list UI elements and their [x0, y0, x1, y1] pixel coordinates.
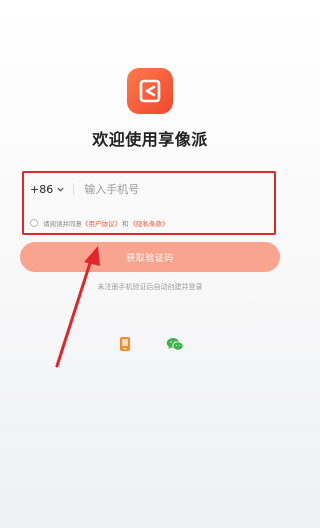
- agreement-and: 和: [122, 220, 129, 228]
- agreement-checkbox[interactable]: [30, 219, 38, 227]
- country-code-label: +86: [30, 182, 54, 196]
- divider: [73, 183, 75, 195]
- wechat-login-button[interactable]: [165, 334, 185, 354]
- register-hint: 未注册手机验证后自动创建并登录: [97, 283, 203, 291]
- phone-row: +86: [30, 178, 270, 200]
- agreement-prefix: 请阅读并同意: [43, 220, 82, 228]
- phone-login-button[interactable]: [115, 334, 135, 354]
- privacy-policy-link[interactable]: 《隐私条款》: [130, 218, 169, 228]
- phone-login-icon: [120, 337, 130, 351]
- welcome-title: 欢迎使用享像派: [92, 130, 208, 149]
- wechat-icon: [166, 337, 184, 351]
- user-agreement-link[interactable]: 《用户协议》: [82, 218, 121, 228]
- agreement-row: 请阅读并同意 《用户协议》 和 《隐私条款》: [30, 216, 169, 230]
- phone-input[interactable]: [84, 182, 245, 196]
- country-code-selector[interactable]: +86: [30, 183, 64, 196]
- logo-mark-icon: [139, 79, 161, 103]
- get-code-button[interactable]: 获取验证码: [20, 242, 280, 272]
- app-logo: [127, 68, 173, 114]
- chevron-down-icon: [57, 187, 64, 192]
